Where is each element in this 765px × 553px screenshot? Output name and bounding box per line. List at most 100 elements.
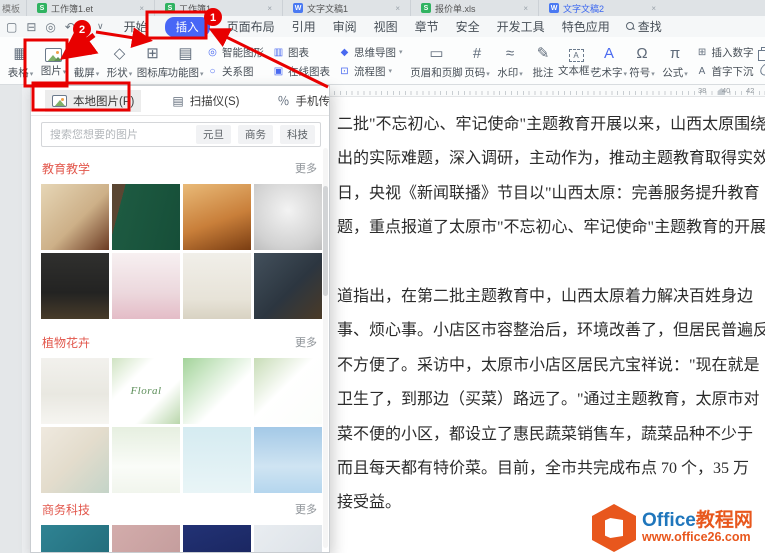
tab-close-icon[interactable]: ×	[267, 4, 272, 13]
function-chart-icon: ▤	[178, 44, 193, 62]
tab-close-icon[interactable]: ×	[523, 4, 528, 13]
ribbon-button-图标库[interactable]: ⊞ 图标库	[136, 39, 169, 84]
ribbon-button-label: 表格▾	[7, 66, 34, 79]
print-preview-icon[interactable]: ◎	[45, 21, 55, 33]
ribbon-item-label: 首字下沉	[711, 65, 754, 78]
save-icon[interactable]: ▢	[6, 21, 17, 33]
ribbon-button-表格[interactable]: ▦ 表格▾	[4, 39, 37, 84]
thumbnail-dark-chalkboard-open-book[interactable]	[41, 253, 109, 319]
thumbnail-pink-science-beaker[interactable]	[112, 253, 180, 319]
document-tab[interactable]: S 报价单.xls ×	[410, 0, 538, 16]
ribbon-button-文本框[interactable]: A 文本框▾	[558, 39, 594, 84]
thumbnail-eucalyptus-vase[interactable]	[41, 358, 109, 424]
ruler-number: 40	[722, 86, 731, 95]
thumbnail-parchment-quill[interactable]	[41, 184, 109, 250]
templates-tab-partial[interactable]: 模板	[0, 2, 26, 15]
menu-tab-插入[interactable]: 插入	[164, 16, 210, 37]
thumbnail-white-wood-book[interactable]	[183, 253, 251, 319]
picture-search-input[interactable]	[50, 128, 189, 141]
menu-tab-视图[interactable]: 视图	[374, 18, 398, 35]
undo-icon[interactable]: ↶	[65, 21, 75, 33]
thumbnail-green-leaves-white[interactable]	[112, 427, 180, 493]
thumbnail-teal-plant-pot[interactable]	[41, 427, 109, 493]
search-tag-科技[interactable]: 科技	[280, 125, 315, 144]
ribbon-button-水印[interactable]: ≈ 水印▾	[494, 39, 527, 84]
ribbon-item-思维导图[interactable]: ◆ 思维导图 ▾	[334, 44, 407, 60]
dropdown-item-手机传图(M)[interactable]: ％ 手机传图(M)	[271, 89, 329, 112]
ribbon-button-页码[interactable]: # 页码▾	[461, 39, 494, 84]
scrollbar-thumb[interactable]	[323, 186, 328, 296]
menu-tab-安全[interactable]: 安全	[456, 18, 480, 35]
tab-close-icon[interactable]: ×	[139, 4, 144, 13]
ribbon-item-关系图[interactable]: ○ 关系图	[202, 63, 268, 79]
ribbon-item-在线图表[interactable]: ▣ 在线图表	[268, 63, 334, 79]
document-text[interactable]: 二批"不忘初心、牢记使命"主题教育开展以来，山西太原围绕 出的实际难题，深入调研，…	[337, 108, 765, 521]
ribbon-button-图片[interactable]: 图片▾	[37, 39, 70, 84]
search-tag-商务[interactable]: 商务	[238, 125, 273, 144]
menu-tab-页面布局[interactable]: 页面布局	[227, 18, 275, 35]
new-window-icon[interactable]	[757, 47, 765, 61]
thumbnail-lightbulb-sketch-book[interactable]	[254, 184, 322, 250]
ribbon-button-页眉和页脚[interactable]: ▭ 页眉和页脚	[410, 39, 463, 84]
document-tab[interactable]: W 文字文稿2 ×	[538, 0, 666, 16]
thumbnail-green-clover[interactable]	[183, 358, 251, 424]
ribbon-item-插入数字[interactable]: ⊞ 插入数字	[692, 44, 758, 60]
ribbon-button-艺术字[interactable]: A 艺术字▾	[591, 39, 627, 84]
ribbon-item-图表[interactable]: ▥ 图表	[268, 44, 334, 60]
search-tag-元旦[interactable]: 元旦	[196, 125, 231, 144]
more-link[interactable]: 更多	[295, 334, 317, 350]
thumbnail-blackboard-old-books[interactable]	[254, 253, 322, 319]
ribbon-button-符号[interactable]: Ω 符号▾	[626, 39, 659, 84]
thumbnail-floral-watercolor[interactable]: Floral	[112, 358, 180, 424]
document-tab[interactable]: S 工作簿1.et ×	[26, 0, 154, 16]
ribbon-button-形状[interactable]: ◇ 形状▾	[103, 39, 136, 84]
panel-scrollbar[interactable]	[323, 148, 328, 548]
smartart-icon: ◎	[208, 46, 217, 58]
ribbon-button-批注[interactable]: ✎ 批注	[527, 39, 560, 84]
insert-number-icon: ⊞	[697, 46, 707, 58]
thumbnail-pale-blue-leaves[interactable]	[183, 427, 251, 493]
menu-tab-特色应用[interactable]: 特色应用	[562, 18, 610, 35]
menu-tab-开始[interactable]: 开始	[124, 18, 148, 35]
dropdown-item-本地图片(P)[interactable]: 本地图片(P)	[45, 89, 142, 112]
document-tab[interactable]: S 工作簿1 ×	[154, 0, 282, 16]
thumbnail-big-data-navy[interactable]: BIG DATA	[183, 525, 251, 552]
find-control[interactable]: 查找	[625, 18, 662, 35]
ribbon-button-截屏[interactable]: ✂ 截屏▾	[70, 39, 103, 84]
more-link[interactable]: 更多	[295, 160, 317, 176]
dropdown-item-扫描仪(S)[interactable]: ▤ 扫描仪(S)	[165, 90, 246, 112]
ribbon-item-首字下沉[interactable]: A 首字下沉	[692, 63, 758, 79]
thumbnail-teal-network-dots[interactable]	[41, 525, 109, 552]
attachment-icon[interactable]	[757, 61, 765, 78]
dropdown-arrow-icon: ▾	[684, 70, 688, 78]
more-link[interactable]: 更多	[295, 501, 317, 517]
ruler-number: 42	[746, 86, 755, 95]
menu-tab-开发工具[interactable]: 开发工具	[497, 18, 545, 35]
undo-dropdown-icon[interactable]: ▾	[84, 22, 88, 31]
tab-close-icon[interactable]: ×	[651, 4, 656, 13]
dropdown-arrow-icon: ▾	[388, 68, 393, 75]
menu-tab-章节[interactable]: 章节	[415, 18, 439, 35]
horizontal-ruler[interactable]: 38 40 42	[330, 85, 765, 97]
site-logo: Office教程网 www.office26.com	[592, 503, 765, 553]
thumbnail-sunset-pen[interactable]	[183, 184, 251, 250]
ribbon-item-流程图[interactable]: ⊡ 流程图 ▾	[334, 63, 407, 79]
dropdown-arrow-icon: ▾	[519, 70, 523, 78]
thumbnail-pink-particles[interactable]	[112, 525, 180, 552]
menu-tab-审阅[interactable]: 审阅	[333, 18, 357, 35]
print-icon[interactable]: ⊟	[26, 21, 36, 33]
ribbon-button-label: 功能图▾	[167, 66, 204, 79]
picture-search-box[interactable]: 元旦商务科技	[41, 122, 321, 147]
thumbnail-light-tech[interactable]	[254, 525, 322, 552]
thumbnail-olive-branch-sky[interactable]	[254, 427, 322, 493]
ribbon-item-智能图形[interactable]: ◎ 智能图形	[202, 44, 268, 60]
collapse-ribbon-icon[interactable]: ∨	[97, 22, 104, 31]
thumbnail-watercolor-leaf-border[interactable]	[254, 358, 322, 424]
document-tab[interactable]: W 文字文稿1 ×	[282, 0, 410, 16]
thumbnail-green-chalkboard-books[interactable]	[112, 184, 180, 250]
menu-tab-引用[interactable]: 引用	[292, 18, 316, 35]
tab-close-icon[interactable]: ×	[395, 4, 400, 13]
ribbon-button-公式[interactable]: π 公式▾	[659, 39, 692, 84]
ribbon-item-label: 在线图表	[288, 65, 330, 78]
ribbon-button-功能图[interactable]: ▤ 功能图▾	[167, 39, 204, 84]
